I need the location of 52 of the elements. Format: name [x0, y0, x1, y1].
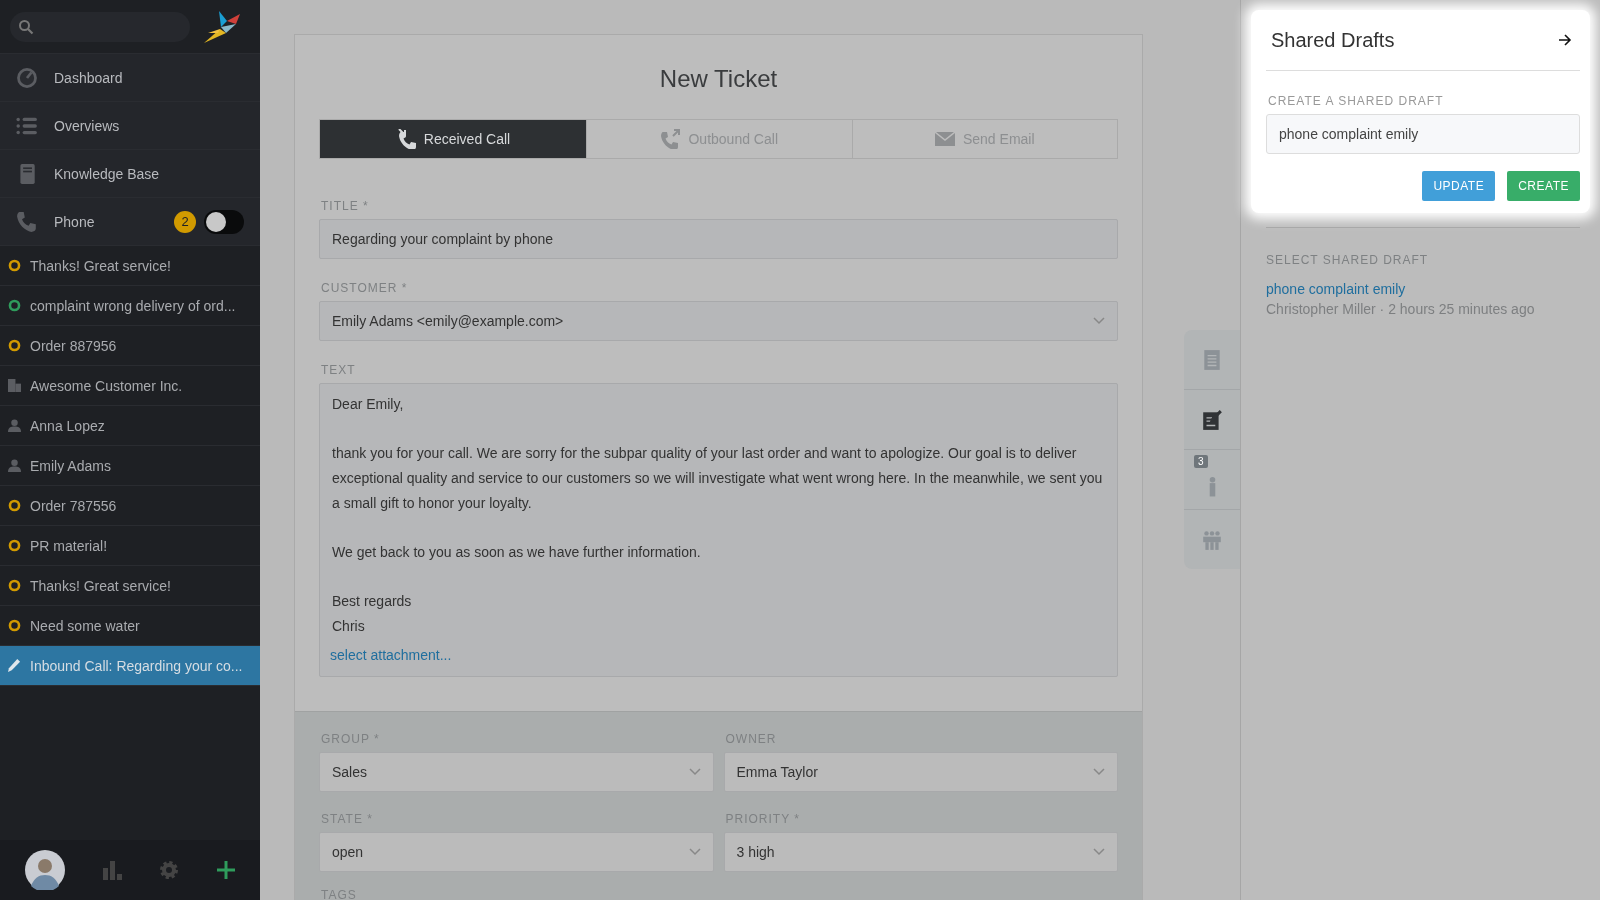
dropdown[interactable]: 3 high — [723, 832, 1118, 872]
toggle-switch[interactable] — [204, 209, 244, 234]
dropdown[interactable]: Sales — [319, 752, 714, 792]
search-icon — [18, 18, 34, 35]
phone-icon — [16, 210, 38, 233]
chevron-down-icon — [1093, 768, 1105, 776]
search-field[interactable] — [10, 11, 190, 42]
count-badge: 3 — [1194, 455, 1208, 468]
draft-name-field[interactable]: phone complaint emily — [1266, 114, 1580, 154]
field-label: CREATE A SHARED DRAFT — [1268, 94, 1444, 108]
customer-select[interactable]: Emily Adams <emily@example.com> — [319, 301, 1118, 341]
nav-label[interactable]: Dashboard — [54, 69, 123, 86]
nav-label[interactable]: Knowledge Base — [54, 165, 160, 182]
form-title: New Ticket — [659, 64, 778, 94]
arrow-icon[interactable] — [1558, 33, 1572, 47]
panel-title: Shared Drafts — [1271, 28, 1395, 52]
paragraph: thank you for your call. We are sorry for the subpar quality of your last order and want to apologize. Our goal is to deliver exceptional quality and service to our customers so we will investigate what went wrong here. In the meanwhile, we sent you a small gift to honor your loyalty. — [332, 444, 1104, 513]
count-badge: 2 — [174, 210, 196, 233]
chevron-down-icon — [688, 768, 701, 776]
draft-meta: Christopher Miller · 2 hours 25 minutes ago — [1266, 301, 1535, 317]
person-icon — [8, 459, 21, 472]
person-icon — [8, 419, 21, 432]
document-icon — [1201, 348, 1223, 371]
dropdown[interactable]: Emma Taylor — [723, 752, 1118, 792]
pencil-icon — [8, 659, 21, 672]
phone-arrow-icon — [660, 129, 681, 149]
avatar[interactable] — [24, 850, 65, 890]
envelope-icon — [934, 129, 955, 149]
plus-icon[interactable] — [215, 860, 236, 880]
person-icon — [1208, 476, 1216, 497]
paragraph: Dear Emily, — [332, 395, 405, 414]
people-icon — [1201, 528, 1223, 551]
dropdown[interactable]: open — [319, 832, 714, 872]
phone-arrow-icon — [395, 129, 416, 149]
field-label: TITLE * — [321, 199, 369, 213]
title-field[interactable]: Regarding your complaint by phone — [319, 219, 1118, 259]
chevron-down-icon — [688, 848, 701, 856]
edit-note-icon — [1201, 408, 1223, 431]
sidebar-item[interactable]: Inbound Call: Regarding your co... — [0, 646, 260, 686]
paragraph: We get back to you as soon as we have further information. — [332, 543, 702, 562]
chevron-down-icon — [1093, 848, 1105, 856]
section-label: SELECT SHARED DRAFT — [1266, 227, 1580, 267]
field-label: CUSTOMER * — [321, 281, 408, 295]
chevron-down-icon — [1093, 317, 1105, 325]
field-label: TEXT — [321, 363, 356, 377]
building-icon — [8, 379, 21, 392]
call-type-tab[interactable]: Received Call — [320, 120, 586, 158]
nav-label[interactable]: Phone — [54, 213, 95, 230]
sidebar-item[interactable]: Awesome Customer Inc. — [0, 366, 260, 406]
paragraph: Best regards Chris — [332, 592, 413, 636]
dashboard-icon — [16, 66, 38, 89]
nav-label[interactable]: Overviews — [54, 117, 120, 134]
